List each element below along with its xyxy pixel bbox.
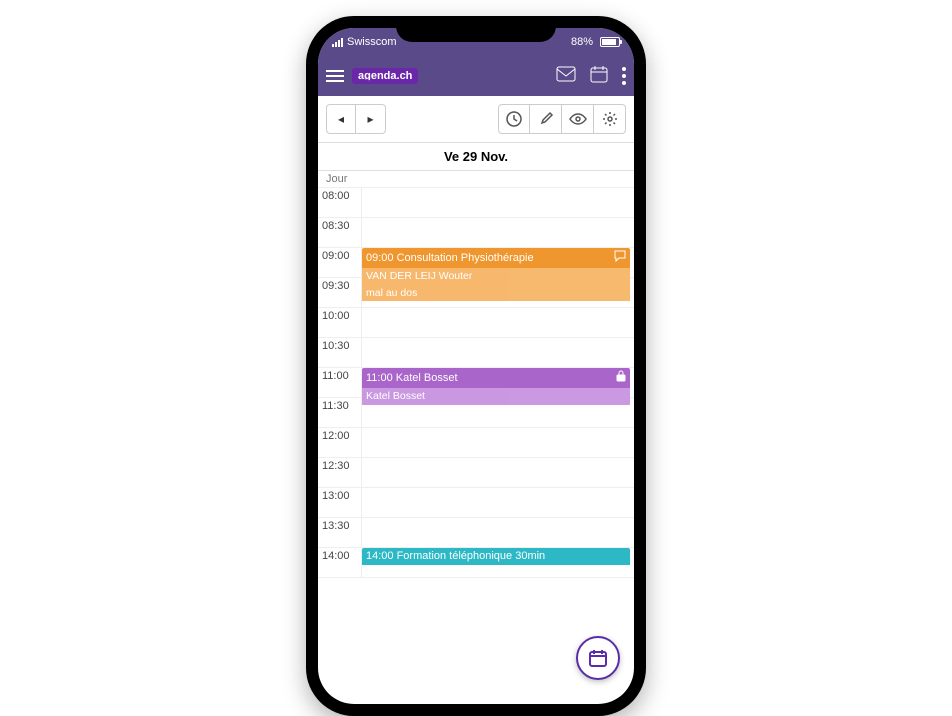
- date-nav: ◂ ▸: [326, 104, 386, 134]
- more-menu-icon[interactable]: [622, 67, 626, 85]
- event-katel[interactable]: 11:00 Katel Bosset Katel Bosset: [362, 368, 630, 426]
- mail-icon[interactable]: [556, 66, 576, 87]
- app-logo[interactable]: agenda.ch: [352, 68, 418, 84]
- battery-percent: 88%: [571, 36, 593, 48]
- time-label: 12:30: [318, 458, 362, 487]
- calendar-header-icon[interactable]: [590, 65, 608, 88]
- battery-icon: [597, 37, 620, 47]
- time-label: 12:00: [318, 428, 362, 457]
- status-right: 88%: [571, 36, 620, 48]
- time-label: 08:30: [318, 218, 362, 247]
- event-formation[interactable]: 14:00 Formation téléphonique 30min: [362, 548, 630, 576]
- next-button[interactable]: ▸: [356, 104, 386, 134]
- hamburger-menu-icon[interactable]: [326, 70, 344, 82]
- time-label: 14:00: [318, 548, 362, 577]
- signal-icon: [332, 38, 343, 47]
- event-line: Katel Bosset: [362, 388, 630, 405]
- calendar-grid: 08:0008:3009:0009:3010:0010:3011:0011:30…: [318, 188, 634, 578]
- time-label: 08:00: [318, 188, 362, 217]
- time-label: 11:00: [318, 368, 362, 397]
- event-corner-icon: [614, 250, 626, 266]
- event-header: 09:00 Consultation Physiothérapie: [362, 248, 630, 268]
- time-label: 09:30: [318, 278, 362, 307]
- time-label: 10:30: [318, 338, 362, 367]
- time-label: 10:00: [318, 308, 362, 337]
- phone-notch: [396, 16, 556, 42]
- event-title: 11:00 Katel Bosset: [366, 372, 458, 385]
- time-label: 09:00: [318, 248, 362, 277]
- date-header: Ve 29 Nov.: [318, 143, 634, 171]
- event-title: 14:00 Formation téléphonique 30min: [366, 550, 545, 563]
- event-physio[interactable]: 09:00 Consultation Physiothérapie VAN DER…: [362, 248, 630, 306]
- phone-screen: Swisscom 88% agenda.ch: [318, 28, 634, 704]
- clock-icon[interactable]: [498, 104, 530, 134]
- status-left: Swisscom: [332, 36, 397, 48]
- time-label: 13:30: [318, 518, 362, 547]
- event-corner-icon: [616, 370, 626, 386]
- app-logo-text: agenda.ch: [358, 70, 412, 82]
- add-event-fab[interactable]: [576, 636, 620, 680]
- toolbar: ◂ ▸: [318, 96, 634, 143]
- event-line: VAN DER LEIJ Wouter: [362, 268, 630, 285]
- gear-icon[interactable]: [594, 104, 626, 134]
- time-label: 13:00: [318, 488, 362, 517]
- event-title: 09:00 Consultation Physiothérapie: [366, 252, 534, 265]
- event-header: 11:00 Katel Bosset: [362, 368, 630, 388]
- brush-icon[interactable]: [530, 104, 562, 134]
- carrier-label: Swisscom: [347, 36, 397, 48]
- phone-frame: Swisscom 88% agenda.ch: [306, 16, 646, 716]
- day-label: Jour: [318, 171, 634, 188]
- eye-icon[interactable]: [562, 104, 594, 134]
- events-layer: 09:00 Consultation Physiothérapie VAN DER…: [362, 188, 634, 578]
- time-label: 11:30: [318, 398, 362, 427]
- prev-button[interactable]: ◂: [326, 104, 356, 134]
- view-tools: [498, 104, 626, 134]
- event-line: mal au dos: [362, 285, 630, 302]
- app-header: agenda.ch: [318, 56, 634, 96]
- event-header: 14:00 Formation téléphonique 30min: [362, 548, 630, 565]
